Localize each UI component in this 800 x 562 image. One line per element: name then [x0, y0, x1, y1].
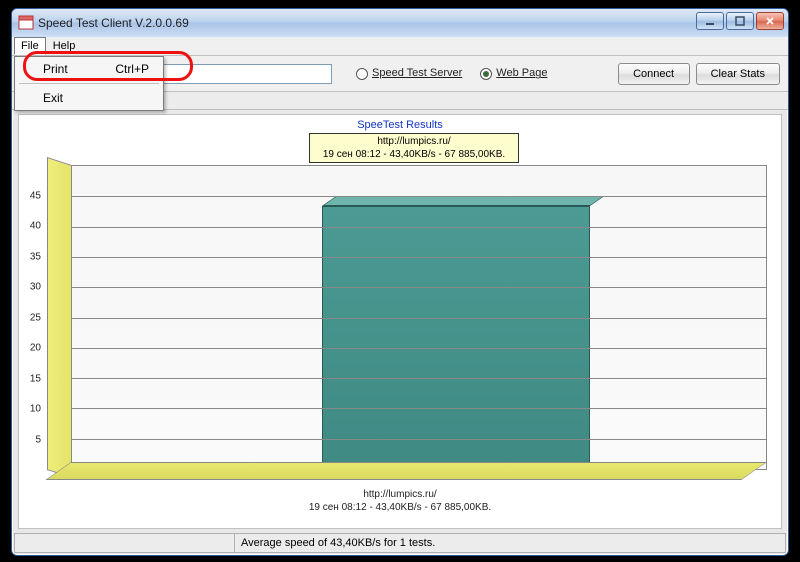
gridline [72, 439, 766, 440]
xlabel-line2: 19 сен 08:12 - 43,40KB/s - 67 885,00KB. [19, 501, 781, 514]
bar-front [322, 206, 590, 469]
radio-group: Speed Test Server Web Page [356, 67, 547, 79]
minimize-button[interactable] [696, 12, 724, 30]
gridline [72, 408, 766, 409]
status-text: Average speed of 43,40KB/s for 1 tests. [234, 533, 786, 553]
file-dropdown: Print Ctrl+P Exit [14, 56, 164, 111]
y-tick-label: 10 [21, 404, 41, 415]
plot-grid [71, 165, 767, 470]
gridline [72, 378, 766, 379]
statusbar: Average speed of 43,40KB/s for 1 tests. [14, 533, 786, 553]
radio-web-page[interactable]: Web Page [480, 67, 547, 79]
tooltip-line1: http://lumpics.ru/ [312, 135, 516, 148]
titlebar[interactable]: Speed Test Client V.2.0.0.69 [12, 9, 788, 37]
menu-exit-label: Exit [43, 91, 63, 105]
clear-stats-button[interactable]: Clear Stats [696, 63, 780, 85]
menu-print-label: Print [43, 62, 68, 76]
menu-exit[interactable]: Exit [15, 86, 163, 110]
menu-print[interactable]: Print Ctrl+P [15, 57, 163, 81]
tooltip-line2: 19 сен 08:12 - 43,40KB/s - 67 885,00KB. [312, 148, 516, 161]
y-tick-label: 35 [21, 251, 41, 262]
y-tick-label: 45 [21, 190, 41, 201]
menu-print-shortcut: Ctrl+P [115, 62, 149, 76]
y-tick-label: 30 [21, 282, 41, 293]
y-tick-label: 40 [21, 221, 41, 232]
chart-area: SpeeTest Results http://lumpics.ru/ 19 с… [18, 114, 782, 529]
gridline [72, 196, 766, 197]
window-title: Speed Test Client V.2.0.0.69 [38, 16, 189, 30]
close-button[interactable] [756, 12, 784, 30]
y-tick-label: 25 [21, 312, 41, 323]
plot-floor [45, 462, 767, 480]
gridline [72, 227, 766, 228]
chart-title: SpeeTest Results [19, 119, 781, 131]
connect-button[interactable]: Connect [618, 63, 690, 85]
y-tick-label: 15 [21, 373, 41, 384]
gridline [72, 287, 766, 288]
y-tick-label: 5 [21, 434, 41, 445]
maximize-button[interactable] [726, 12, 754, 30]
gridline [72, 318, 766, 319]
plot-left-wall [47, 157, 71, 478]
xlabel-line1: http://lumpics.ru/ [19, 488, 781, 501]
chart-tooltip: http://lumpics.ru/ 19 сен 08:12 - 43,40K… [309, 133, 519, 163]
gridline [72, 257, 766, 258]
plot: 51015202530354045 [47, 165, 767, 470]
menu-separator [19, 83, 159, 84]
menu-file[interactable]: File [14, 37, 46, 55]
y-tick-label: 20 [21, 343, 41, 354]
app-window: Speed Test Client V.2.0.0.69 File Help S… [11, 8, 789, 556]
bar-top [322, 196, 604, 206]
status-left [14, 533, 234, 553]
radio-speed-server[interactable]: Speed Test Server [356, 67, 462, 79]
gridline [72, 348, 766, 349]
x-axis-label: http://lumpics.ru/ 19 сен 08:12 - 43,40K… [19, 488, 781, 514]
menubar: File Help [12, 37, 788, 56]
bar-0 [322, 206, 590, 469]
app-icon [18, 15, 34, 31]
menu-help[interactable]: Help [46, 37, 83, 55]
